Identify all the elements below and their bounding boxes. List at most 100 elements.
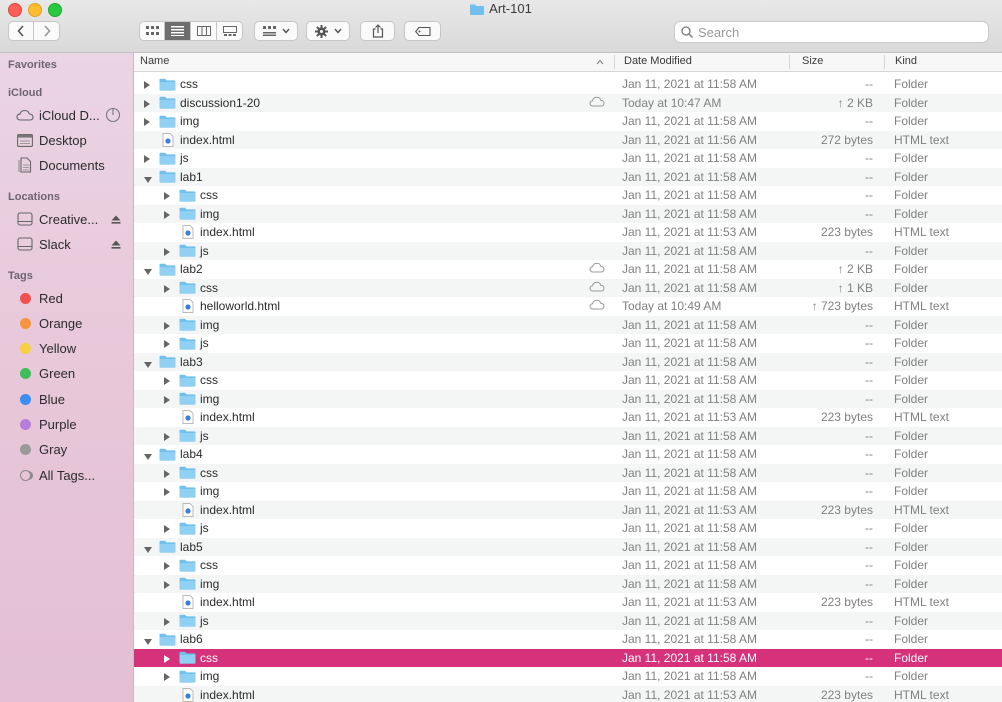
action-menu-button[interactable] — [306, 21, 350, 41]
search-field[interactable]: Search — [674, 21, 989, 43]
file-row[interactable]: index.html Jan 11, 2021 at 11:53 AM 223 by… — [134, 223, 1002, 242]
folder-row[interactable]: css Jan 11, 2021 at 11:58 AM -- Folder — [134, 371, 1002, 390]
kind-cell: Folder — [894, 484, 929, 498]
disclosure-closed-icon[interactable] — [143, 79, 151, 89]
share-button[interactable] — [360, 21, 395, 41]
disclosure-closed-icon[interactable] — [163, 246, 171, 256]
eject-icon[interactable] — [111, 240, 121, 249]
sidebar-tag-green[interactable]: Green — [16, 364, 131, 384]
disclosure-closed-icon[interactable] — [163, 283, 171, 293]
disclosure-closed-icon[interactable] — [143, 153, 151, 163]
sidebar-item-desktop[interactable]: Desktop — [16, 130, 131, 150]
folder-row[interactable]: css Jan 11, 2021 at 11:58 AM -- Folder — [134, 648, 1002, 667]
item-name: img — [179, 669, 219, 683]
disclosure-open-icon[interactable] — [143, 450, 152, 460]
folder-row[interactable]: js Jan 11, 2021 at 11:58 AM -- Folder — [134, 334, 1002, 353]
file-row[interactable]: index.html Jan 11, 2021 at 11:53 AM 223 by… — [134, 685, 1002, 702]
disclosure-closed-icon[interactable] — [163, 560, 171, 570]
disclosure-open-icon[interactable] — [143, 635, 152, 645]
item-name-text: img — [200, 484, 220, 498]
folder-row[interactable]: js Jan 11, 2021 at 11:58 AM -- Folder — [134, 519, 1002, 538]
disclosure-open-icon[interactable] — [143, 173, 152, 183]
folder-row[interactable]: css Jan 11, 2021 at 11:58 AM -- Folder — [134, 186, 1002, 205]
folder-row[interactable]: js Jan 11, 2021 at 11:58 AM -- Folder — [134, 241, 1002, 260]
column-view-button[interactable] — [191, 21, 217, 41]
folder-row[interactable]: img Jan 11, 2021 at 11:58 AM -- Folder — [134, 315, 1002, 334]
disclosure-closed-icon[interactable] — [143, 98, 151, 108]
folder-row[interactable]: lab1 Jan 11, 2021 at 11:58 AM -- Folder — [134, 167, 1002, 186]
column-header-name[interactable]: Name — [140, 55, 169, 67]
back-button[interactable] — [8, 21, 34, 41]
disclosure-closed-icon[interactable] — [163, 468, 171, 478]
folder-row[interactable]: lab6 Jan 11, 2021 at 11:58 AM -- Folder — [134, 630, 1002, 649]
disclosure-closed-icon[interactable] — [163, 431, 171, 441]
disclosure-closed-icon[interactable] — [163, 209, 171, 219]
disclosure-open-icon[interactable] — [143, 265, 152, 275]
folder-row[interactable]: lab5 Jan 11, 2021 at 11:58 AM -- Folder — [134, 537, 1002, 556]
disclosure-closed-icon[interactable] — [163, 671, 171, 681]
disclosure-closed-icon[interactable] — [163, 653, 171, 663]
folder-row[interactable]: img Jan 11, 2021 at 11:58 AM -- Folder — [134, 482, 1002, 501]
disclosure-closed-icon[interactable] — [163, 394, 171, 404]
disclosure-closed-icon[interactable] — [143, 116, 151, 126]
sidebar-item-icloud-drive[interactable]: iCloud D... — [16, 105, 131, 125]
sidebar-tag-gray[interactable]: Gray — [16, 440, 131, 460]
disclosure-closed-icon[interactable] — [163, 375, 171, 385]
disclosure-closed-icon[interactable] — [163, 523, 171, 533]
folder-row[interactable]: img Jan 11, 2021 at 11:58 AM -- Folder — [134, 112, 1002, 131]
item-name: img — [159, 114, 199, 128]
sidebar-tag-red[interactable]: Red — [16, 288, 131, 308]
sidebar-tag-yellow[interactable]: Yellow — [16, 339, 131, 359]
file-row[interactable]: index.html Jan 11, 2021 at 11:53 AM 223 by… — [134, 593, 1002, 612]
folder-row[interactable]: img Jan 11, 2021 at 11:58 AM -- Folder — [134, 667, 1002, 686]
disclosure-closed-icon[interactable] — [163, 486, 171, 496]
folder-row[interactable]: img Jan 11, 2021 at 11:58 AM -- Folder — [134, 204, 1002, 223]
sidebar-tag-orange[interactable]: Orange — [16, 313, 131, 333]
disclosure-closed-icon[interactable] — [163, 338, 171, 348]
disclosure-closed-icon[interactable] — [163, 616, 171, 626]
sidebar-tag-alltags[interactable]: All Tags... — [16, 465, 131, 485]
disclosure-closed-icon[interactable] — [163, 579, 171, 589]
list-view-button[interactable] — [165, 21, 191, 41]
file-row[interactable]: helloworld.html Today at 10:49 AM ↑ 723 by… — [134, 297, 1002, 316]
folder-row[interactable]: css Jan 11, 2021 at 11:58 AM -- Folder — [134, 463, 1002, 482]
disclosure-open-icon[interactable] — [143, 358, 152, 368]
edit-tags-button[interactable] — [404, 21, 441, 41]
folder-row[interactable]: discussion1-20 Today at 10:47 AM ↑ 2 KB Fol… — [134, 93, 1002, 112]
folder-row[interactable]: js Jan 11, 2021 at 11:58 AM -- Folder — [134, 426, 1002, 445]
folder-row[interactable]: js Jan 11, 2021 at 11:58 AM -- Folder — [134, 611, 1002, 630]
sidebar-item-documents[interactable]: Documents — [16, 155, 131, 175]
file-row[interactable]: index.html Jan 11, 2021 at 11:56 AM 272 by… — [134, 130, 1002, 149]
group-by-button[interactable] — [254, 21, 298, 41]
column-header-kind[interactable]: Kind — [895, 55, 917, 67]
disclosure-closed-icon[interactable] — [163, 320, 171, 330]
html-file-icon — [179, 410, 196, 424]
folder-row[interactable]: img Jan 11, 2021 at 11:58 AM -- Folder — [134, 574, 1002, 593]
column-divider[interactable] — [614, 55, 615, 69]
column-divider[interactable] — [789, 55, 790, 69]
sidebar-item-creative-drive[interactable]: Creative... — [16, 209, 131, 229]
gallery-view-button[interactable] — [217, 21, 243, 41]
folder-row[interactable]: lab3 Jan 11, 2021 at 11:58 AM -- Folder — [134, 352, 1002, 371]
folder-row[interactable]: img Jan 11, 2021 at 11:58 AM -- Folder — [134, 389, 1002, 408]
kind-cell: Folder — [894, 206, 929, 221]
folder-row[interactable]: js Jan 11, 2021 at 11:58 AM -- Folder — [134, 149, 1002, 168]
disclosure-closed-icon[interactable] — [163, 190, 171, 200]
folder-row[interactable]: lab2 Jan 11, 2021 at 11:58 AM ↑ 2 KB Folder — [134, 260, 1002, 279]
column-header-size[interactable]: Size — [802, 55, 823, 67]
folder-row[interactable]: css Jan 11, 2021 at 11:58 AM -- Folder — [134, 75, 1002, 94]
folder-row[interactable]: lab4 Jan 11, 2021 at 11:58 AM -- Folder — [134, 445, 1002, 464]
folder-row[interactable]: css Jan 11, 2021 at 11:58 AM ↑ 1 KB Folder — [134, 278, 1002, 297]
sidebar-item-slack[interactable]: Slack — [16, 234, 131, 254]
sidebar-tag-purple[interactable]: Purple — [16, 415, 131, 435]
column-divider[interactable] — [884, 55, 885, 69]
icon-view-button[interactable] — [139, 21, 165, 41]
sidebar-tag-blue[interactable]: Blue — [16, 389, 131, 409]
file-row[interactable]: index.html Jan 11, 2021 at 11:53 AM 223 by… — [134, 500, 1002, 519]
column-header-date[interactable]: Date Modified — [624, 55, 692, 67]
file-row[interactable]: index.html Jan 11, 2021 at 11:53 AM 223 by… — [134, 408, 1002, 427]
disclosure-open-icon[interactable] — [143, 543, 152, 553]
eject-icon[interactable] — [111, 215, 121, 224]
folder-row[interactable]: css Jan 11, 2021 at 11:58 AM -- Folder — [134, 556, 1002, 575]
forward-button[interactable] — [34, 21, 60, 41]
